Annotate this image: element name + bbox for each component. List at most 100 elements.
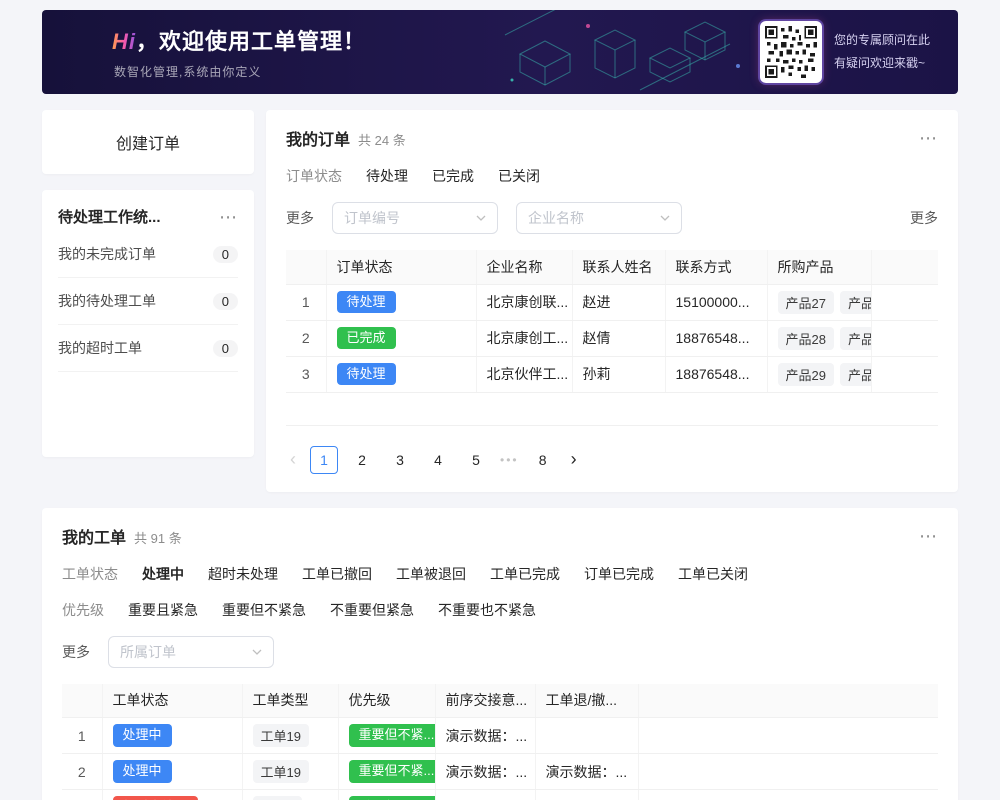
col-filler <box>871 250 938 284</box>
orders-pagination: ‹ 1 2 3 4 5 ••• 8 › <box>286 446 938 474</box>
type-cell: 工单19 <box>242 718 338 754</box>
filter-option-closed[interactable]: 已关闭 <box>498 166 540 186</box>
row-index: 1 <box>62 718 102 754</box>
priority-filter-label: 优先级 <box>62 600 104 620</box>
phone-cell: 18876548... <box>665 320 767 356</box>
phone-cell: 15100000... <box>665 284 767 320</box>
workorder-row[interactable]: 3 超时未处理 工单9 重要但不紧... 演示数据：... 演示数据：... <box>62 790 938 800</box>
company-name-select[interactable]: 企业名称 <box>516 202 682 234</box>
col-order-status: 订单状态 <box>326 250 476 284</box>
workorders-count: 共 91 条 <box>134 528 182 547</box>
filter-option-returned[interactable]: 工单被退回 <box>396 564 466 584</box>
pre-handover-cell: 演示数据：... <box>435 754 535 790</box>
workorder-row[interactable]: 2 处理中 工单19 重要但不紧... 演示数据：... 演示数据：... <box>62 754 938 790</box>
banner-title-rest: ，欢迎使用工单管理！ <box>136 29 366 54</box>
filter-option-order-done[interactable]: 订单已完成 <box>584 564 654 584</box>
stat-item-unfinished-orders[interactable]: 我的未完成订单 0 <box>58 231 238 278</box>
pending-stats-card: 待处理工作统... ⋯ 我的未完成订单 0 我的待处理工单 0 我的超时工单 0 <box>42 190 254 457</box>
orders-table-header-row: 订单状态 企业名称 联系人姓名 联系方式 所购产品 <box>286 250 938 284</box>
page-5[interactable]: 5 <box>462 446 490 474</box>
filter-option-workorder-done[interactable]: 工单已完成 <box>490 564 560 584</box>
type-cell: 工单19 <box>242 754 338 790</box>
pagination-prev-icon[interactable]: ‹ <box>286 449 300 470</box>
filter-option-processing[interactable]: 处理中 <box>142 564 184 584</box>
priority-important-noturgent[interactable]: 重要但不紧急 <box>222 600 306 620</box>
priority-notimportant-urgent[interactable]: 不重要但紧急 <box>330 600 414 620</box>
return-cell: 演示数据：... <box>535 790 638 800</box>
pre-handover-cell: 演示数据：... <box>435 718 535 754</box>
main-layout: 创建订单 待处理工作统... ⋯ 我的未完成订单 0 我的待处理工单 0 我的超… <box>0 110 1000 492</box>
order-status-filter-label: 订单状态 <box>286 166 342 186</box>
priority-notimportant-noturgent[interactable]: 不重要也不紧急 <box>438 600 536 620</box>
workorder-type-tag: 工单9 <box>253 796 302 800</box>
row-index: 3 <box>62 790 102 800</box>
qr-code[interactable] <box>760 21 822 83</box>
filler-cell <box>871 356 938 392</box>
stat-item-pending-workorders[interactable]: 我的待处理工单 0 <box>58 278 238 325</box>
more-options-icon[interactable]: ⋯ <box>919 527 938 545</box>
more-columns-link[interactable]: 更多 <box>910 208 938 228</box>
workorders-wrap: 我的工单 共 91 条 ⋯ 工单状态 处理中 超时未处理 工单已撤回 工单被退回… <box>0 508 1000 800</box>
order-row[interactable]: 1 待处理 北京康创联... 赵进 15100000... 产品27产品 <box>286 284 938 320</box>
order-number-select[interactable]: 订单编号 <box>332 202 498 234</box>
more-options-icon[interactable]: ⋯ <box>219 208 238 226</box>
workorder-row[interactable]: 1 处理中 工单19 重要但不紧... 演示数据：... <box>62 718 938 754</box>
page-2[interactable]: 2 <box>348 446 376 474</box>
product-cell: 产品27产品 <box>767 284 871 320</box>
priority-badge: 重要但不紧... <box>349 796 436 800</box>
order-row[interactable]: 2 已完成 北京康创工... 赵倩 18876548... 产品28产品 <box>286 320 938 356</box>
qr-note-line2: 有疑问欢迎来戳~ <box>834 52 930 75</box>
left-sidebar: 创建订单 待处理工作统... ⋯ 我的未完成订单 0 我的待处理工单 0 我的超… <box>42 110 254 457</box>
page-8[interactable]: 8 <box>529 446 557 474</box>
status-badge: 处理中 <box>113 760 172 782</box>
pagination-next-icon[interactable]: › <box>567 449 581 470</box>
filter-option-done[interactable]: 已完成 <box>432 166 474 186</box>
stat-label: 我的超时工单 <box>58 338 142 358</box>
banner-text: Hi，欢迎使用工单管理！ 数智化管理,系统由你定义 <box>42 24 366 80</box>
pagination-ellipsis-icon[interactable]: ••• <box>500 453 519 467</box>
status-badge: 待处理 <box>337 291 396 313</box>
welcome-banner: Hi，欢迎使用工单管理！ 数智化管理,系统由你定义 <box>42 10 958 94</box>
parent-order-select[interactable]: 所属订单 <box>108 636 274 668</box>
filter-option-closed[interactable]: 工单已关闭 <box>678 564 748 584</box>
col-workorder-type: 工单类型 <box>242 684 338 718</box>
filter-option-overtime[interactable]: 超时未处理 <box>208 564 278 584</box>
priority-important-urgent[interactable]: 重要且紧急 <box>128 600 198 620</box>
order-row[interactable]: 3 待处理 北京伙伴工... 孙莉 18876548... 产品29产品 <box>286 356 938 392</box>
row-index: 3 <box>286 356 326 392</box>
priority-badge: 重要但不紧... <box>349 724 436 746</box>
filter-option-pending[interactable]: 待处理 <box>366 166 408 186</box>
more-filters-link[interactable]: 更多 <box>62 642 90 662</box>
stats-card-title: 待处理工作统... <box>58 206 161 227</box>
filler-cell <box>638 790 938 800</box>
page-4[interactable]: 4 <box>424 446 452 474</box>
contact-cell: 孙莉 <box>572 356 665 392</box>
col-workorder-status: 工单状态 <box>102 684 242 718</box>
filter-option-withdrawn[interactable]: 工单已撤回 <box>302 564 372 584</box>
workorder-status-filter-label: 工单状态 <box>62 564 118 584</box>
row-index: 2 <box>286 320 326 356</box>
workorder-type-tag: 工单19 <box>253 724 309 747</box>
row-index: 1 <box>286 284 326 320</box>
company-name-select-placeholder: 企业名称 <box>528 208 660 228</box>
product-cell: 产品28产品 <box>767 320 871 356</box>
contact-cell: 赵进 <box>572 284 665 320</box>
workorder-type-tag: 工单19 <box>253 760 309 783</box>
priority-cell: 重要但不紧... <box>338 754 435 790</box>
return-cell <box>535 718 638 754</box>
company-cell: 北京康创联... <box>476 284 572 320</box>
page-3[interactable]: 3 <box>386 446 414 474</box>
banner-title: Hi，欢迎使用工单管理！ <box>112 24 366 56</box>
status-badge: 处理中 <box>113 724 172 746</box>
contact-cell: 赵倩 <box>572 320 665 356</box>
col-contact: 联系人姓名 <box>572 250 665 284</box>
qr-note: 您的专属顾问在此 有疑问欢迎来戳~ <box>834 29 930 75</box>
filler-cell <box>638 718 938 754</box>
create-order-button[interactable]: 创建订单 <box>42 110 254 174</box>
more-options-icon[interactable]: ⋯ <box>919 129 938 147</box>
priority-cell: 重要但不紧... <box>338 718 435 754</box>
more-filters-link[interactable]: 更多 <box>286 208 314 228</box>
product-tag: 产品 <box>840 291 871 314</box>
stat-item-overtime-workorders[interactable]: 我的超时工单 0 <box>58 325 238 372</box>
page-1[interactable]: 1 <box>310 446 338 474</box>
